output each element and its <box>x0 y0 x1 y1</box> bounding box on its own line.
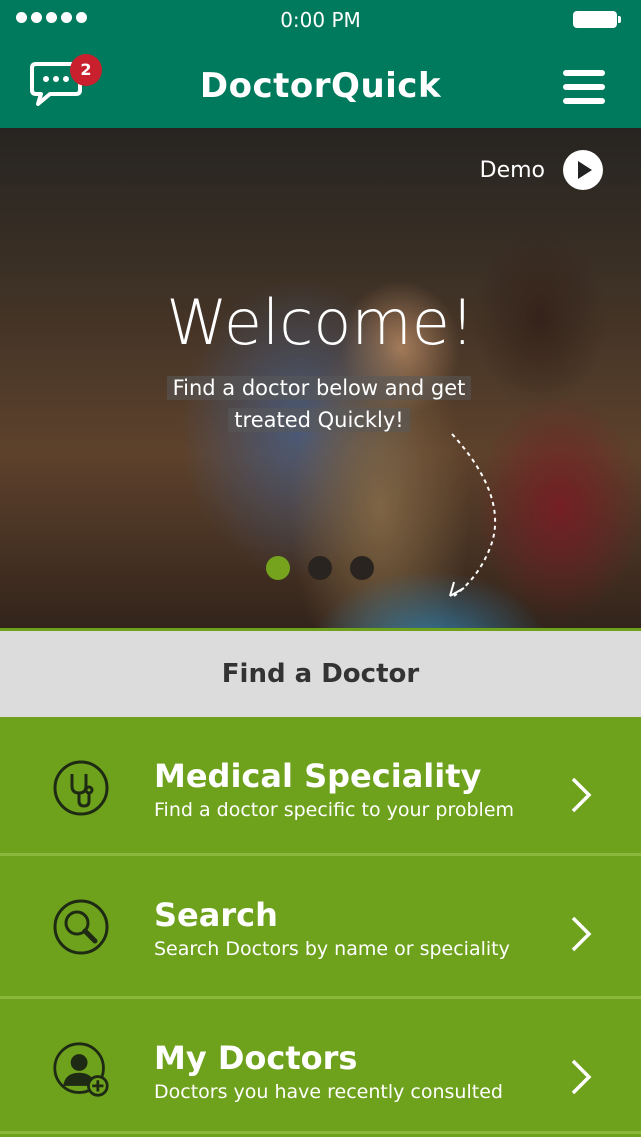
menu-item-subtitle: Doctors you have recently consulted <box>154 1081 503 1103</box>
carousel-dot-1[interactable] <box>266 556 290 580</box>
status-bar: 0:00 PM <box>0 0 641 40</box>
status-time: 0:00 PM <box>280 8 361 32</box>
chevron-right-icon <box>571 777 592 813</box>
stethoscope-icon <box>53 760 109 816</box>
hero-tagline: Find a doctor below and get treated Quic… <box>158 372 480 436</box>
swipe-down-arrow-icon <box>449 433 497 597</box>
demo-label: Demo <box>479 157 545 183</box>
search-item[interactable]: Search Search Doctors by name or special… <box>0 856 641 999</box>
demo-button[interactable]: Demo <box>480 150 603 190</box>
hero-carousel[interactable]: Demo Welcome! Find a doctor below and ge… <box>0 128 641 628</box>
doctor-options-list: Medical Speciality Find a doctor specifi… <box>0 717 641 1134</box>
menu-item-title: My Doctors <box>154 1039 358 1077</box>
app-title: DoctorQuick <box>199 66 442 106</box>
battery-icon <box>573 11 621 28</box>
hamburger-menu-icon[interactable] <box>563 70 605 104</box>
carousel-dot-2[interactable] <box>308 556 332 580</box>
my-doctors-item[interactable]: My Doctors Doctors you have recently con… <box>0 999 641 1134</box>
menu-item-subtitle: Search Doctors by name or speciality <box>154 938 510 960</box>
user-plus-icon <box>53 1042 109 1097</box>
chevron-right-icon <box>571 916 592 952</box>
menu-item-title: Medical Speciality <box>154 757 482 795</box>
tagline-line-2: treated Quickly! <box>228 408 410 432</box>
play-icon <box>563 150 603 190</box>
carousel-indicators <box>266 556 374 580</box>
magnifier-icon <box>53 899 109 955</box>
carousel-dot-3[interactable] <box>350 556 374 580</box>
welcome-heading: Welcome! <box>166 286 475 359</box>
medical-speciality-item[interactable]: Medical Speciality Find a doctor specifi… <box>0 717 641 856</box>
tagline-line-1: Find a doctor below and get <box>166 376 472 400</box>
find-a-doctor-header: Find a Doctor <box>0 631 641 717</box>
menu-item-title: Search <box>154 896 278 934</box>
menu-item-subtitle: Find a doctor specific to your problem <box>154 799 515 821</box>
app-header: 2 DoctorQuick <box>0 40 641 128</box>
chevron-right-icon <box>571 1059 592 1095</box>
